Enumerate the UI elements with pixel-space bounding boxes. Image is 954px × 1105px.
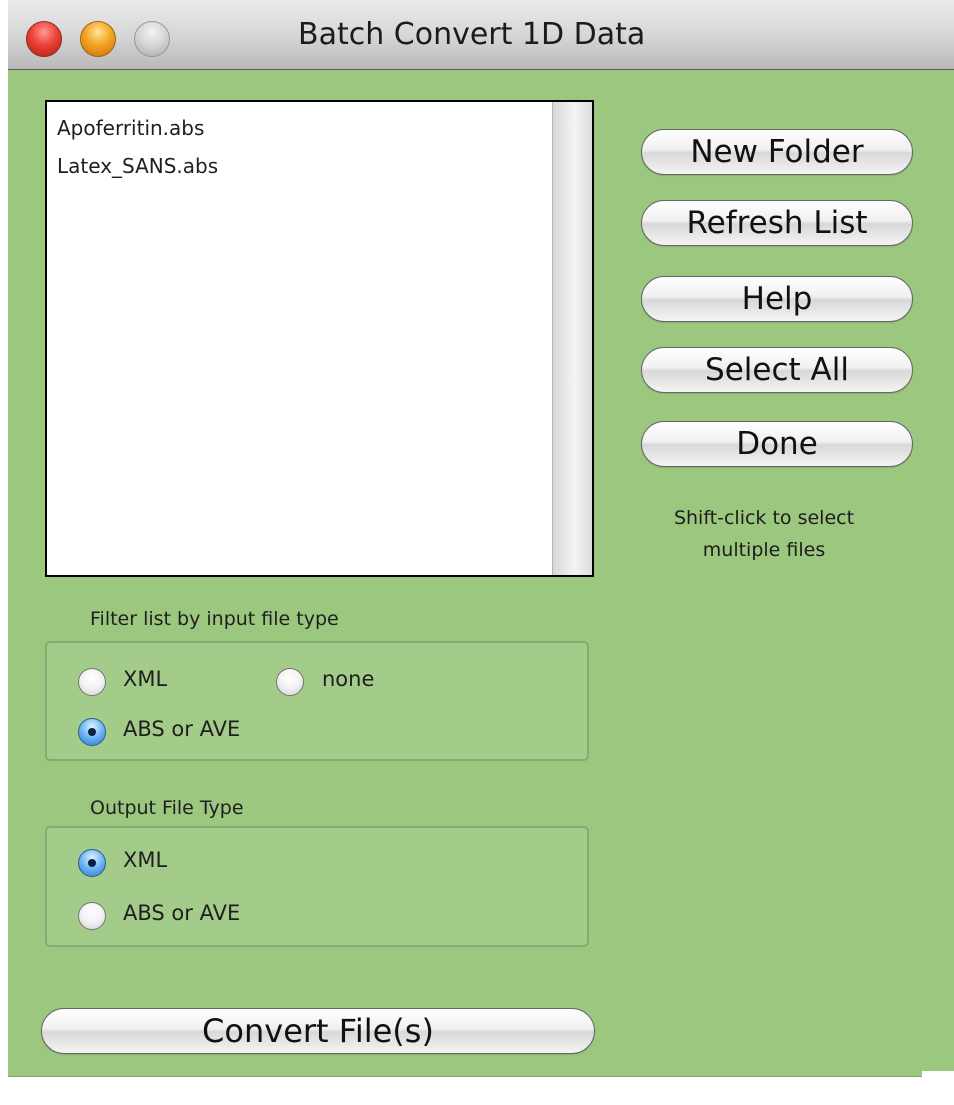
file-list-scrollbar[interactable] xyxy=(552,102,592,575)
window-resize-corner[interactable] xyxy=(922,1071,954,1105)
select-all-button[interactable]: Select All xyxy=(641,347,913,393)
done-button[interactable]: Done xyxy=(641,421,913,467)
help-button[interactable]: Help xyxy=(641,276,913,322)
file-list-item-latex-sans[interactable]: Latex_SANS.abs xyxy=(57,154,218,178)
filter-none-radio[interactable] xyxy=(276,668,304,696)
filter-abs-ave-label[interactable]: ABS or AVE xyxy=(123,717,240,741)
output-abs-ave-radio[interactable] xyxy=(78,902,106,930)
filter-file-type-group: XML none ABS or AVE xyxy=(45,641,589,761)
batch-convert-window: Batch Convert 1D Data Apoferritin.abs La… xyxy=(8,0,954,1077)
close-window-button[interactable] xyxy=(26,21,62,57)
multi-select-hint: Shift-click to select multiple files xyxy=(673,507,855,561)
file-list-item-apoferritin[interactable]: Apoferritin.abs xyxy=(57,116,204,140)
zoom-window-button[interactable] xyxy=(134,21,170,57)
refresh-list-button[interactable]: Refresh List xyxy=(641,200,913,246)
filter-group-label: Filter list by input file type xyxy=(90,608,339,630)
output-xml-radio[interactable] xyxy=(78,849,106,877)
convert-files-button[interactable]: Convert File(s) xyxy=(41,1008,595,1054)
window-title: Batch Convert 1D Data xyxy=(298,17,646,52)
filter-xml-label[interactable]: XML xyxy=(123,667,167,691)
output-xml-label[interactable]: XML xyxy=(123,848,167,872)
filter-xml-radio[interactable] xyxy=(78,668,106,696)
window-titlebar[interactable]: Batch Convert 1D Data xyxy=(8,0,954,70)
output-group-label: Output File Type xyxy=(90,797,244,819)
minimize-window-button[interactable] xyxy=(80,21,116,57)
filter-none-label[interactable]: none xyxy=(322,667,374,691)
file-list-items: Apoferritin.abs Latex_SANS.abs xyxy=(47,102,551,575)
output-abs-ave-label[interactable]: ABS or AVE xyxy=(123,901,240,925)
output-file-type-group: XML ABS or AVE xyxy=(45,826,589,947)
filter-abs-ave-radio[interactable] xyxy=(78,718,106,746)
file-list[interactable]: Apoferritin.abs Latex_SANS.abs xyxy=(45,100,594,577)
new-folder-button[interactable]: New Folder xyxy=(641,129,913,175)
